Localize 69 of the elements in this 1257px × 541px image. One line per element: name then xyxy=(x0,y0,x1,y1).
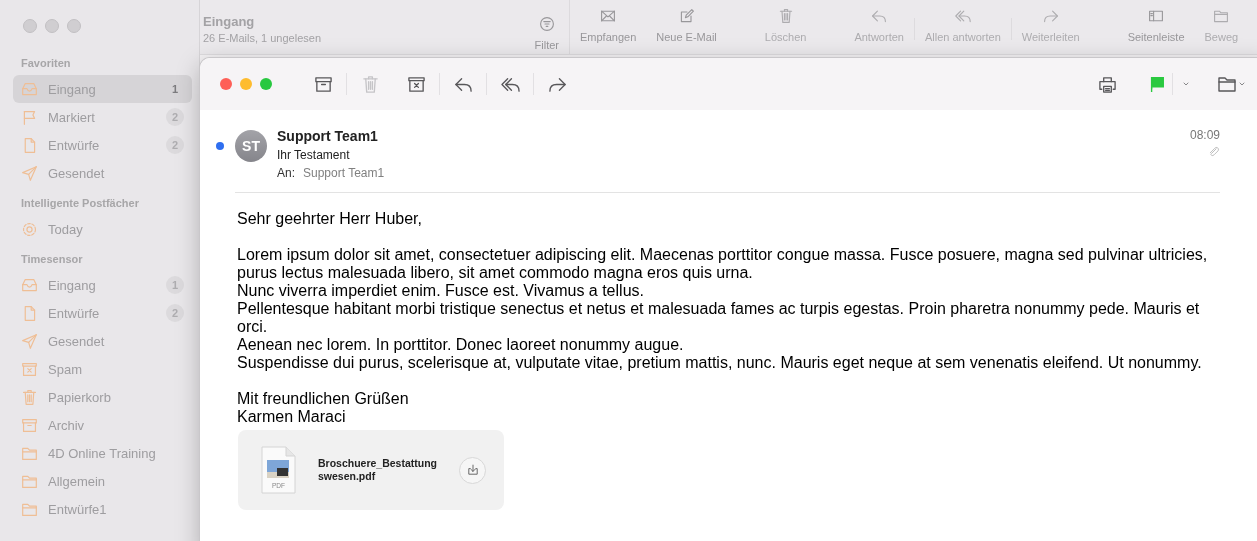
subject: Ihr Testament xyxy=(277,148,350,162)
junk-box-icon xyxy=(406,74,426,94)
archive-box-icon xyxy=(313,74,333,94)
trash-icon xyxy=(777,8,794,24)
unread-count: 1 xyxy=(170,82,180,97)
compose-icon xyxy=(678,8,695,24)
inbox-icon xyxy=(21,80,38,98)
mailbox-item[interactable]: Archiv xyxy=(13,411,192,439)
mailbox-item[interactable]: Entwürfe1 xyxy=(13,495,192,523)
section-heading: Intelligente Postfächer xyxy=(21,197,139,209)
window-control[interactable] xyxy=(67,19,81,33)
body-text: Karmen Maraci xyxy=(237,408,347,426)
mailbox-item[interactable]: Gesendet xyxy=(13,159,192,187)
mailbox-item[interactable]: Spam xyxy=(13,355,192,383)
move-button[interactable] xyxy=(1217,74,1247,94)
window-control[interactable] xyxy=(23,19,37,33)
send-icon xyxy=(21,332,38,350)
body-text: Pellentesque habitant morbi tristique senectus et netus et malesuada fames ac turpis egestas. Proin pharetra nonummy pede. Mauris et orci. xyxy=(237,300,1201,336)
recipient-label: An: xyxy=(277,166,295,180)
body-text: Lorem ipsum dolor sit amet, consectetuer adipiscing elit. Maecenas porttitor congue massa. Fusce posuere, magna sed pulvinar ultricies, purus lectus malesuada libero, sit amet commodo magna eros quis urna. xyxy=(237,246,1209,282)
gear-icon xyxy=(21,220,38,238)
mailbox-item[interactable]: 4D Online Training xyxy=(13,439,192,467)
window-control[interactable] xyxy=(45,19,59,33)
junk-box-icon xyxy=(21,360,38,378)
attachment-name: Broschuere_Bestattung swesen.pdf xyxy=(318,457,438,483)
sidebar-icon xyxy=(1148,8,1165,24)
download-icon xyxy=(465,463,480,477)
toolbar-button[interactable]: Empfangen xyxy=(570,0,647,54)
body-text: Mit freundlichen Grüßen xyxy=(237,390,410,408)
window-control[interactable] xyxy=(260,78,272,90)
reply-icon xyxy=(871,8,888,24)
archive-box-icon xyxy=(21,416,38,434)
section-heading: Timesensor xyxy=(21,253,83,265)
mailbox-item[interactable]: Allgemein xyxy=(13,467,192,495)
received-time: 08:09 xyxy=(1189,128,1220,142)
paperclip-icon xyxy=(1207,145,1220,158)
body-text: Aenean nec lorem. In porttitor. Donec laoreet nonummy augue. xyxy=(237,336,685,354)
printer-icon xyxy=(1097,74,1117,94)
flag-icon xyxy=(21,108,38,126)
window-control[interactable] xyxy=(240,78,252,90)
toolbar-button[interactable]: Neue E-Mail xyxy=(646,0,727,54)
mailbox-item[interactable]: Today xyxy=(13,215,192,243)
mailbox-title: Eingang xyxy=(203,14,255,29)
filter-icon xyxy=(538,16,555,32)
trash-icon xyxy=(360,74,380,94)
trash-icon xyxy=(21,388,38,406)
sender-avatar: ST xyxy=(235,130,267,162)
sender-name: Support Team1 xyxy=(277,128,378,144)
body-text: Sehr geehrter Herr Huber, xyxy=(237,210,423,228)
mailbox-item[interactable]: Eingang 1 xyxy=(13,75,192,103)
folder-icon xyxy=(1217,74,1237,94)
download-button[interactable] xyxy=(459,456,487,484)
body-text: Nunc viverra imperdiet enim. Fusce est. Vivamus a tellus. xyxy=(237,282,645,300)
folder-icon xyxy=(1213,8,1230,24)
inbox-icon xyxy=(21,276,38,294)
mail-count: 26 E-Mails, 1 ungelesen xyxy=(203,32,321,44)
toolbar-button[interactable]: Seitenleiste xyxy=(1117,0,1195,54)
forward-icon xyxy=(1042,8,1059,24)
filter-button[interactable]: Filter xyxy=(524,8,569,51)
body-text: Suspendisse dui purus, scelerisque at, vulputate vitae, pretium mattis, nunc. Mauris eget neque at sem venenatis eleifend. Ut nonummy. xyxy=(237,354,1203,372)
send-icon xyxy=(21,164,38,182)
window-control[interactable] xyxy=(220,78,232,90)
mailbox-item[interactable]: Gesendet xyxy=(13,327,192,355)
envelope-icon xyxy=(600,8,617,24)
flag-icon xyxy=(1148,75,1166,93)
mailbox-item[interactable]: Papierkorb xyxy=(13,383,192,411)
section-heading: Favoriten xyxy=(21,57,71,69)
recipient: Support Team1 xyxy=(303,166,385,180)
reply-all-icon xyxy=(954,8,971,24)
